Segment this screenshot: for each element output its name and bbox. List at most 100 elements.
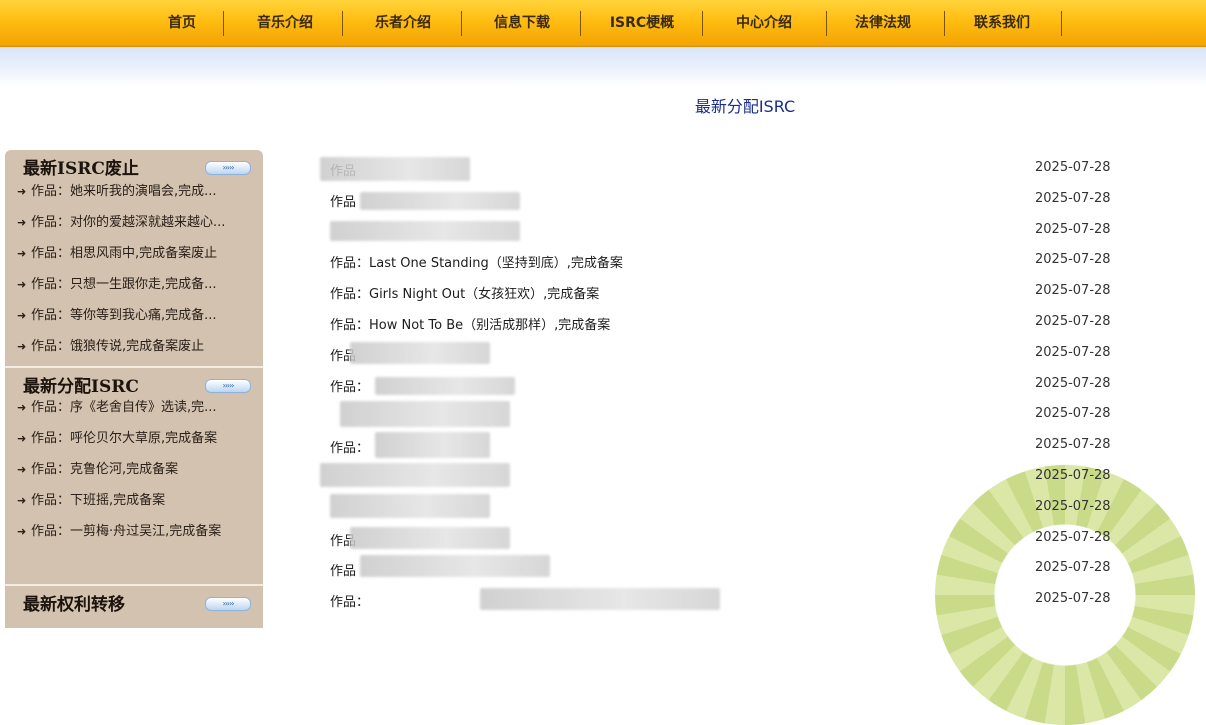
more-button[interactable]: ››››› xyxy=(205,161,251,175)
list-item-label: 作品：相思风雨中,完成备案废止 xyxy=(31,246,218,261)
row-date: 2025-07-28 xyxy=(1035,252,1111,268)
nav-item-center-intro[interactable]: 中心介绍 xyxy=(719,0,809,46)
nav-item-isrc-overview[interactable]: ISRC梗概 xyxy=(597,0,687,46)
table-row[interactable]: 2025-07-28 xyxy=(320,217,1140,248)
list-item[interactable]: ➜ 作品：饿狼传说,完成备案废止 xyxy=(5,337,255,357)
row-title[interactable]: 作品： xyxy=(330,376,369,395)
row-title[interactable]: 作品 xyxy=(330,191,356,210)
page-title: 最新分配ISRC xyxy=(694,97,796,116)
table-row[interactable]: 2025-07-28 xyxy=(320,493,1140,525)
nav-separator xyxy=(342,11,343,36)
latest-isrc-list: 作品 2025-07-28 作品 2025-07-28 2025-07-28 作… xyxy=(320,155,1140,625)
table-row[interactable]: 作品：Girls Night Out（女孩狂欢）,完成备案 2025-07-28 xyxy=(320,278,1140,309)
nav-item-home[interactable]: 首页 xyxy=(150,0,214,46)
list-item[interactable]: ➜ 作品：她来听我的演唱会,完成... xyxy=(5,182,255,202)
arrow-icon: ➜ xyxy=(17,463,27,476)
nav-separator xyxy=(702,11,703,36)
list-item-label: 作品：一剪梅·舟过吴江,完成备案 xyxy=(31,524,222,539)
sidebar-heading: 最新ISRC废止 xyxy=(23,159,139,179)
list-item-label: 作品：下班摇,完成备案 xyxy=(31,493,166,508)
row-date: 2025-07-28 xyxy=(1035,221,1111,237)
list-item[interactable]: ➜ 作品：克鲁伦河,完成备案 xyxy=(5,460,255,480)
table-row[interactable]: 作品： 2025-07-28 xyxy=(320,586,1140,617)
list-item[interactable]: ➜ 作品：相思风雨中,完成备案废止 xyxy=(5,244,255,264)
row-title[interactable]: 作品 xyxy=(330,560,356,579)
redacted-block xyxy=(350,341,490,364)
list-item[interactable]: ➜ 作品：序《老舍自传》选读,完... xyxy=(5,398,255,418)
list-item-label: 作品：对你的爱越深就越来越心... xyxy=(31,215,226,230)
table-row[interactable]: 作品 2025-07-28 xyxy=(320,525,1140,556)
row-title[interactable]: 作品：How Not To Be（别活成那样）,完成备案 xyxy=(330,314,610,333)
sidebar-heading: 最新权利转移 xyxy=(23,595,125,615)
list-item[interactable]: ➜ 作品：下班摇,完成备案 xyxy=(5,491,255,511)
nav-separator xyxy=(580,11,581,36)
arrow-icon: ➜ xyxy=(17,432,27,445)
arrow-icon: ➜ xyxy=(17,309,27,322)
list-item-label: 作品：饿狼传说,完成备案废止 xyxy=(31,339,205,354)
list-item[interactable]: ➜ 作品：呼伦贝尔大草原,完成备案 xyxy=(5,429,255,449)
row-title[interactable]: 作品：Girls Night Out（女孩狂欢）,完成备案 xyxy=(330,283,599,302)
table-row[interactable]: 作品：Last One Standing（坚持到底）,完成备案 2025-07-… xyxy=(320,247,1140,278)
nav-item-music-intro[interactable]: 音乐介绍 xyxy=(240,0,330,46)
sidebar-heading: 最新分配ISRC xyxy=(23,377,139,397)
table-row[interactable]: 作品：How Not To Be（别活成那样）,完成备案 2025-07-28 xyxy=(320,309,1140,340)
list-item-label: 作品：序《老舍自传》选读,完... xyxy=(31,400,217,415)
nav-item-musician-intro[interactable]: 乐者介绍 xyxy=(358,0,448,46)
table-row[interactable]: 作品 2025-07-28 xyxy=(320,186,1140,217)
sidebar-divider xyxy=(5,366,263,368)
redacted-block xyxy=(320,157,470,181)
nav-separator xyxy=(1061,11,1062,36)
row-date: 2025-07-28 xyxy=(1035,314,1111,329)
list-item[interactable]: ➜ 作品：只想一生跟你走,完成备... xyxy=(5,275,255,295)
arrow-icon: ➜ xyxy=(17,247,27,260)
redacted-block xyxy=(340,401,510,428)
redacted-block xyxy=(330,493,490,518)
nav-separator xyxy=(944,11,945,36)
redacted-block xyxy=(320,463,510,487)
list-item[interactable]: ➜ 作品：对你的爱越深就越来越心... xyxy=(5,213,255,233)
table-row[interactable]: 作品 2025-07-28 xyxy=(320,340,1140,371)
row-date: 2025-07-28 xyxy=(1035,283,1111,299)
row-date: 2025-07-28 xyxy=(1035,190,1111,206)
nav-item-downloads[interactable]: 信息下载 xyxy=(477,0,567,46)
list-item-label: 作品：克鲁伦河,完成备案 xyxy=(31,462,179,477)
redacted-block xyxy=(480,588,720,611)
list-item[interactable]: ➜ 作品：等你等到我心痛,完成备... xyxy=(5,306,255,326)
nav-separator xyxy=(223,11,224,36)
redacted-block xyxy=(350,526,510,549)
table-row[interactable]: 作品： 2025-07-28 xyxy=(320,432,1140,463)
row-title[interactable]: 作品：Last One Standing（坚持到底）,完成备案 xyxy=(330,252,623,271)
list-item-label: 作品：只想一生跟你走,完成备... xyxy=(31,277,217,292)
row-title[interactable]: 作品： xyxy=(330,591,369,610)
table-row[interactable]: 2025-07-28 xyxy=(320,401,1140,432)
redacted-block xyxy=(360,555,550,578)
table-row[interactable]: 作品 2025-07-28 xyxy=(320,155,1140,186)
nav-item-laws[interactable]: 法律法规 xyxy=(838,0,928,46)
sidebar-divider xyxy=(5,584,263,586)
nav-separator xyxy=(461,11,462,36)
row-date: 2025-07-28 xyxy=(1035,498,1111,514)
table-row[interactable]: 作品 2025-07-28 xyxy=(320,555,1140,586)
more-button[interactable]: ››››› xyxy=(205,597,251,611)
row-title[interactable]: 作品： xyxy=(330,437,369,456)
top-navigation-bar: 首页 音乐介绍 乐者介绍 信息下载 ISRC梗概 中心介绍 法律法规 联系我们 xyxy=(0,0,1206,47)
row-date: 2025-07-28 xyxy=(1035,468,1111,483)
row-date: 2025-07-28 xyxy=(1035,406,1111,422)
row-date: 2025-07-28 xyxy=(1035,529,1111,545)
row-date: 2025-07-28 xyxy=(1035,344,1111,360)
redacted-block xyxy=(330,220,520,241)
arrow-icon: ➜ xyxy=(17,401,27,414)
row-date: 2025-07-28 xyxy=(1035,375,1111,391)
table-row[interactable]: 作品： 2025-07-28 xyxy=(320,371,1140,402)
list-item[interactable]: ➜ 作品：一剪梅·舟过吴江,完成备案 xyxy=(5,522,255,542)
nav-separator xyxy=(826,11,827,36)
row-date: 2025-07-28 xyxy=(1035,160,1111,175)
arrow-icon: ➜ xyxy=(17,340,27,353)
nav-item-contact[interactable]: 联系我们 xyxy=(957,0,1047,46)
arrow-icon: ➜ xyxy=(17,216,27,229)
redacted-block xyxy=(360,191,520,210)
table-row[interactable]: 2025-07-28 xyxy=(320,463,1140,494)
more-button[interactable]: ››››› xyxy=(205,379,251,393)
row-date: 2025-07-28 xyxy=(1035,591,1111,607)
redacted-block xyxy=(375,376,515,395)
